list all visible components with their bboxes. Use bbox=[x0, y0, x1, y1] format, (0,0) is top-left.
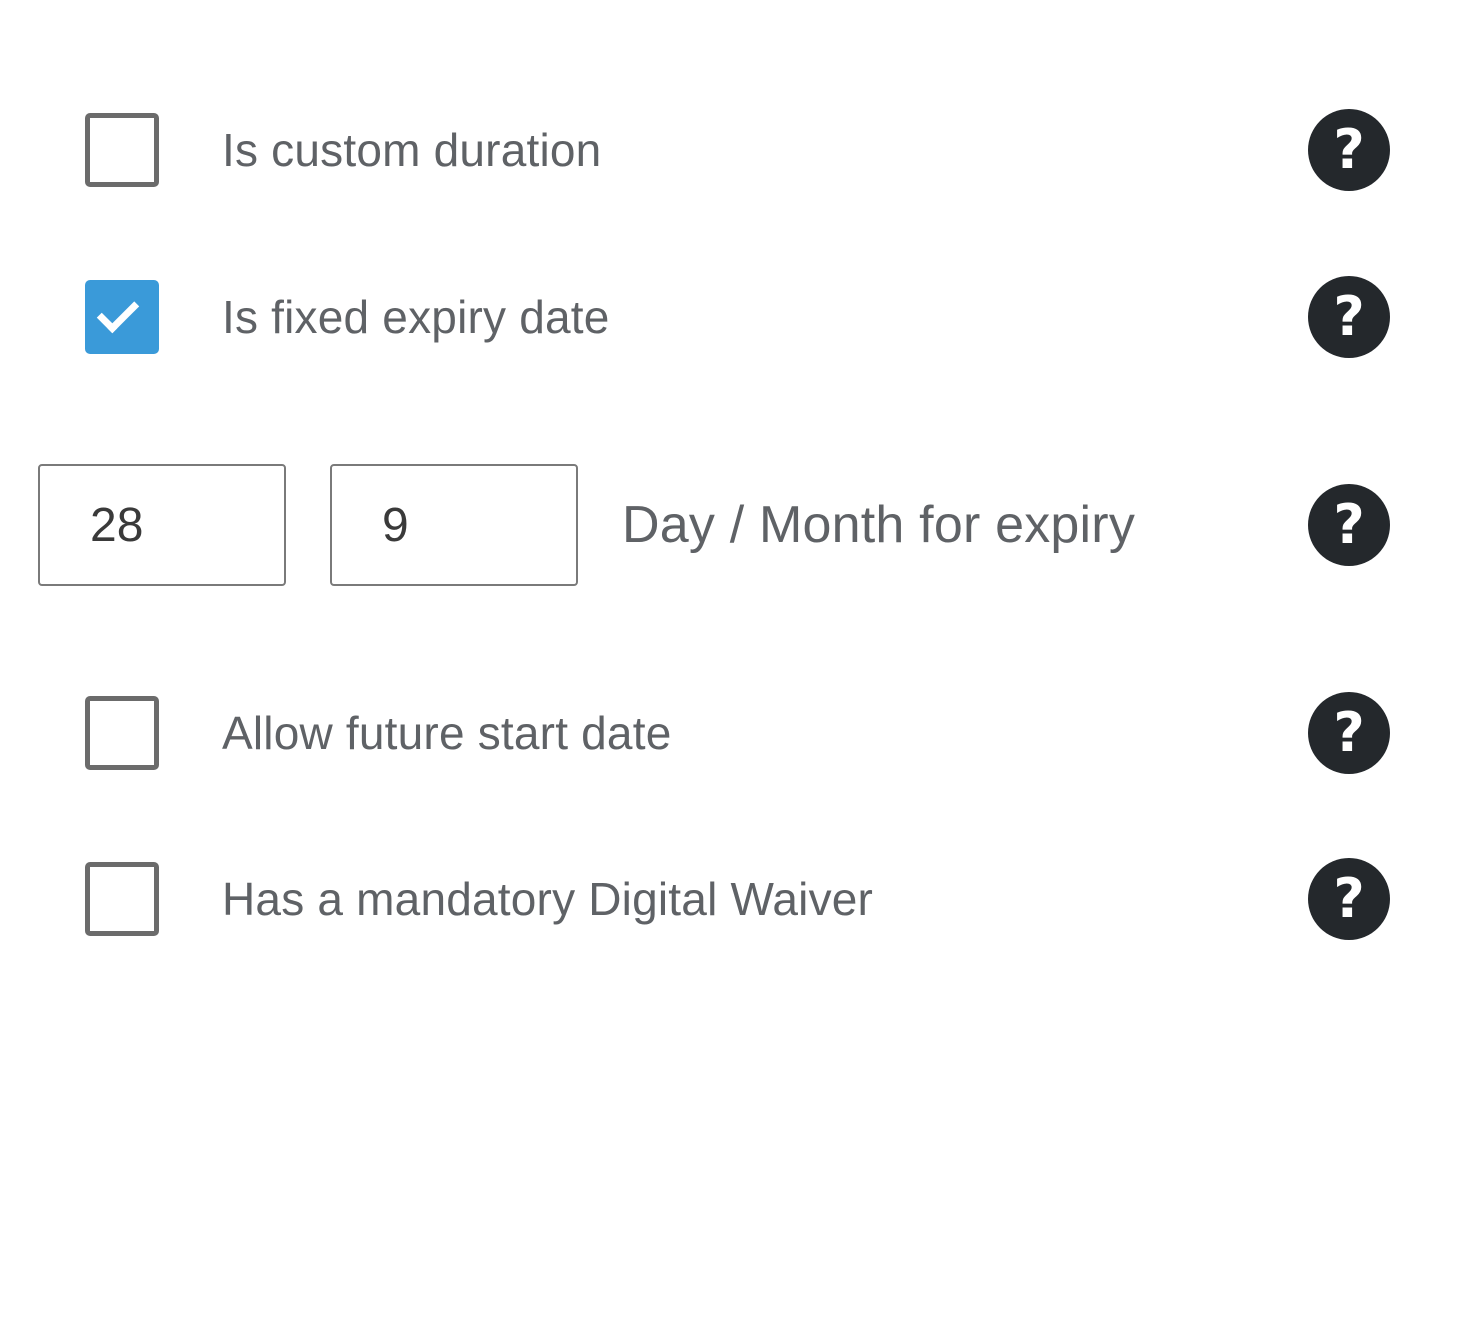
option-row-digital-waiver: Has a mandatory Digital Waiver ? bbox=[0, 854, 1472, 944]
custom-duration-label: Is custom duration bbox=[222, 124, 602, 176]
question-circle-icon[interactable]: ? bbox=[1308, 692, 1390, 774]
custom-duration-checkbox[interactable] bbox=[85, 113, 159, 187]
question-circle-icon[interactable]: ? bbox=[1308, 858, 1390, 940]
checkmark-icon bbox=[96, 290, 140, 334]
option-row-fixed-expiry: Is fixed expiry date ? bbox=[0, 272, 1472, 362]
expiry-day-input[interactable] bbox=[38, 464, 286, 586]
digital-waiver-checkbox[interactable] bbox=[85, 862, 159, 936]
expiry-date-row: Day / Month for expiry ? bbox=[0, 464, 1472, 586]
future-start-label: Allow future start date bbox=[222, 707, 672, 759]
question-circle-icon[interactable]: ? bbox=[1308, 276, 1390, 358]
question-circle-icon[interactable]: ? bbox=[1308, 484, 1390, 566]
question-circle-icon[interactable]: ? bbox=[1308, 109, 1390, 191]
fixed-expiry-label: Is fixed expiry date bbox=[222, 291, 610, 343]
future-start-checkbox[interactable] bbox=[85, 696, 159, 770]
option-row-future-start: Allow future start date ? bbox=[0, 688, 1472, 778]
option-row-custom-duration: Is custom duration ? bbox=[0, 105, 1472, 195]
expiry-day-month-label: Day / Month for expiry bbox=[622, 496, 1136, 554]
membership-options-panel: Is custom duration ? Is fixed expiry dat… bbox=[0, 0, 1472, 1322]
digital-waiver-label: Has a mandatory Digital Waiver bbox=[222, 873, 874, 925]
expiry-month-input[interactable] bbox=[330, 464, 578, 586]
fixed-expiry-checkbox[interactable] bbox=[85, 280, 159, 354]
